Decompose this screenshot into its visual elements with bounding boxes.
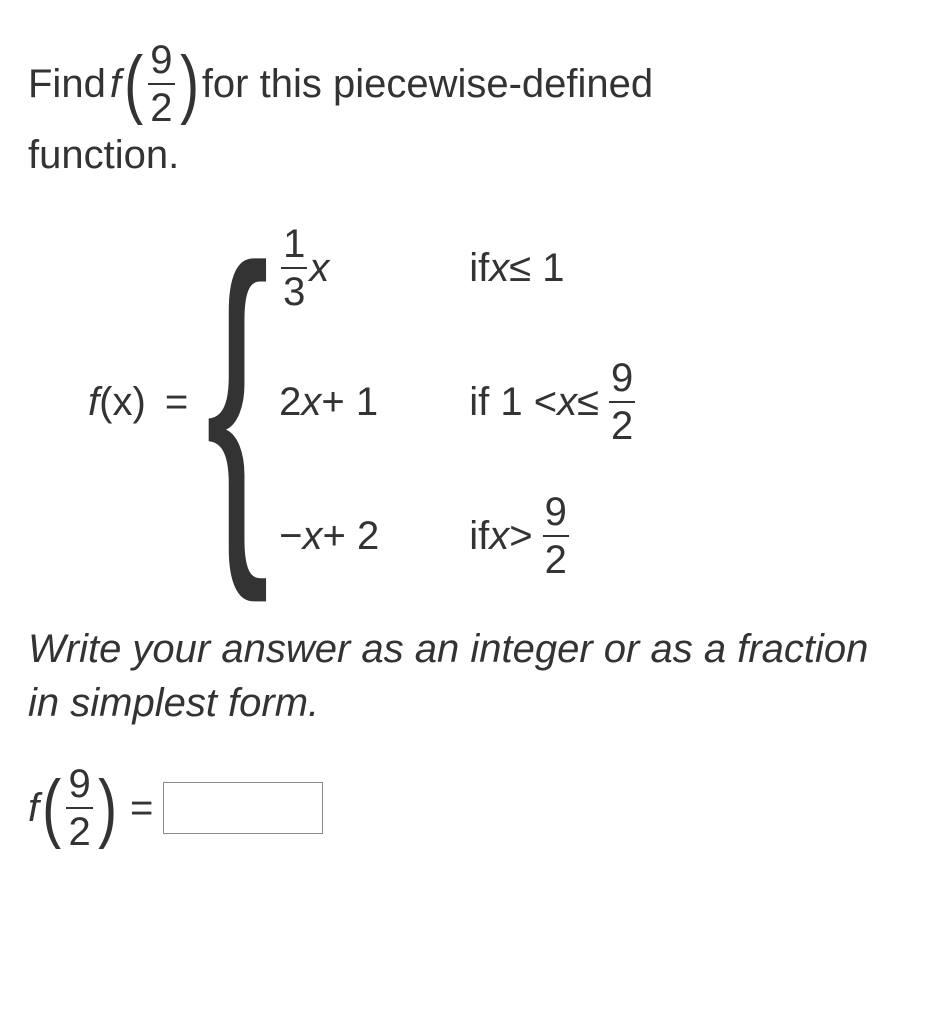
instruction: Write your answer as an integer or as a … — [28, 622, 897, 730]
prompt-f: f — [110, 57, 121, 111]
var-x: x — [557, 375, 577, 429]
equals-sign: = — [130, 781, 153, 835]
cond-pre: if 1 < — [469, 375, 557, 429]
var-x: x — [309, 241, 329, 295]
case-3-cond: if x > 9 2 — [469, 492, 637, 580]
neg: − — [279, 509, 302, 563]
case-2-cond: if 1 < x ≤ 9 2 — [469, 358, 637, 446]
denominator: 2 — [66, 809, 92, 852]
cond-rel: > — [509, 509, 532, 563]
numerator: 9 — [609, 358, 635, 401]
left-paren: ( — [42, 778, 61, 839]
piecewise-lhs: f(x) = — [88, 375, 188, 429]
prompt-pre: Find — [28, 57, 106, 111]
var-x: x — [303, 509, 323, 563]
var-x: x — [301, 375, 321, 429]
answer-argument: ( 9 2 ) — [39, 764, 120, 852]
case-2-expr: 2x + 1 — [279, 375, 379, 429]
left-paren: ( — [124, 54, 143, 115]
denominator: 2 — [543, 537, 569, 580]
case-3-expr: −x + 2 — [279, 509, 379, 563]
case-1-cond: if x ≤ 1 — [469, 241, 637, 295]
var-x: x — [489, 241, 509, 295]
cond-pre: if — [469, 241, 489, 295]
lhs-x: (x) — [99, 380, 146, 424]
denominator: 2 — [609, 403, 635, 446]
equals-sign: = — [165, 380, 188, 424]
numerator: 9 — [543, 492, 569, 535]
right-paren: ) — [180, 54, 199, 115]
coef: 2 — [279, 375, 301, 429]
fraction-9-2: 9 2 — [543, 492, 569, 580]
prompt-line2: function. — [28, 128, 897, 182]
denominator: 3 — [281, 269, 307, 312]
fraction-9-2: 9 2 — [148, 40, 174, 128]
numerator: 9 — [66, 764, 92, 807]
fraction-9-2: 9 2 — [66, 764, 92, 852]
case-1-expr: 1 3 x — [279, 224, 379, 312]
cond-rel: ≤ 1 — [509, 241, 564, 295]
numerator: 1 — [281, 224, 307, 267]
answer-input[interactable] — [163, 782, 323, 834]
answer-line: f ( 9 2 ) = — [28, 764, 897, 852]
tail: + 1 — [321, 375, 378, 429]
piecewise-cases: 1 3 x if x ≤ 1 2x + 1 if 1 < x ≤ — [279, 224, 637, 580]
lhs-f: f — [88, 380, 99, 424]
question-page: Find f ( 9 2 ) for this piecewise-define… — [0, 0, 925, 862]
answer-f: f — [28, 781, 39, 835]
right-paren: ) — [98, 778, 117, 839]
prompt-post: for this piecewise-defined — [202, 57, 653, 111]
left-brace: { — [206, 254, 270, 541]
numerator: 9 — [148, 40, 174, 83]
var-x: x — [489, 509, 509, 563]
prompt: Find f ( 9 2 ) for this piecewise-define… — [28, 40, 897, 182]
prompt-argument: ( 9 2 ) — [121, 40, 202, 128]
denominator: 2 — [148, 85, 174, 128]
cond-rel: ≤ — [577, 375, 599, 429]
fraction-9-2: 9 2 — [609, 358, 635, 446]
tail: + 2 — [323, 509, 380, 563]
fraction-1-3: 1 3 — [281, 224, 307, 312]
cond-pre: if — [469, 509, 489, 563]
piecewise-definition: f(x) = { 1 3 x if x ≤ 1 2x + 1 — [88, 224, 897, 580]
